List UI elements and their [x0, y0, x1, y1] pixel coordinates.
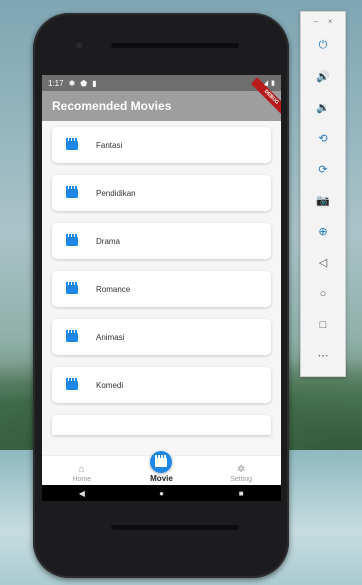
- emulator-window-controls: – ×: [301, 12, 345, 30]
- nav-label-home: Home: [72, 476, 92, 483]
- list-item-label: Drama: [96, 236, 121, 246]
- bottom-navigation: ⌂ Home Movie ✲ Setting: [42, 451, 281, 485]
- overview-icon[interactable]: □: [301, 309, 345, 340]
- shield-icon: ⬟: [80, 78, 88, 88]
- movie-icon: [150, 451, 173, 473]
- app-bar: Recomended Movies DEBUG: [42, 77, 281, 121]
- list-item-pendidikan[interactable]: Pendidikan: [52, 175, 271, 211]
- list-item-label: Komedi: [96, 380, 124, 390]
- page-title: Recomended Movies: [52, 99, 172, 113]
- movie-icon: [66, 137, 78, 150]
- volume-down-icon[interactable]: 🔉: [301, 92, 345, 123]
- battery-icon: ▮: [271, 80, 275, 87]
- gear-icon: ✱: [68, 78, 76, 88]
- minimize-button[interactable]: –: [313, 17, 317, 26]
- nav-label-setting: Setting: [230, 476, 253, 483]
- recents-button[interactable]: ■: [221, 489, 261, 498]
- gear-icon: ✲: [236, 464, 246, 475]
- earpiece-speaker: [111, 43, 239, 48]
- list-item-fantasi[interactable]: Fantasi: [52, 127, 271, 163]
- front-camera: [75, 41, 84, 50]
- power-icon[interactable]: ⏻: [301, 30, 345, 61]
- movie-icon: [66, 185, 78, 198]
- list-item-drama[interactable]: Drama: [52, 223, 271, 259]
- movie-icon: [66, 329, 78, 342]
- system-navigation-bar: ◀ ● ■: [42, 485, 281, 501]
- list-item-label: Pendidikan: [96, 188, 136, 198]
- home-icon[interactable]: ○: [301, 278, 345, 309]
- back-button[interactable]: ◀: [62, 489, 102, 498]
- movie-icon: [66, 233, 78, 246]
- back-icon[interactable]: ◁: [301, 247, 345, 278]
- movie-glyph: [155, 454, 168, 467]
- status-bar: 1:17 ✱ ⬟ ▮ ▾ ◢ ▮: [42, 75, 281, 91]
- list-item-partial[interactable]: [52, 415, 271, 435]
- nav-item-home[interactable]: ⌂ Home: [52, 464, 112, 484]
- rotate-right-icon[interactable]: ⟳: [301, 154, 345, 185]
- category-list: Fantasi Pendidikan Drama Romance Animasi…: [42, 121, 281, 435]
- list-item-romance[interactable]: Romance: [52, 271, 271, 307]
- list-item-animasi[interactable]: Animasi: [52, 319, 271, 355]
- list-item-label: Animasi: [96, 332, 125, 342]
- list-item-komedi[interactable]: Komedi: [52, 367, 271, 403]
- nav-item-setting[interactable]: ✲ Setting: [211, 464, 271, 484]
- volume-up-icon[interactable]: 🔊: [301, 61, 345, 92]
- nav-item-movie[interactable]: Movie: [131, 451, 191, 483]
- home-button[interactable]: ●: [141, 489, 181, 498]
- rotate-left-icon[interactable]: ⟲: [301, 123, 345, 154]
- movie-icon: [66, 281, 78, 294]
- zoom-icon[interactable]: ⊕: [301, 216, 345, 247]
- list-item-label: Fantasi: [96, 140, 123, 150]
- camera-icon[interactable]: 📷: [301, 185, 345, 216]
- bottom-speaker: [111, 525, 239, 530]
- phone-frame: 1:17 ✱ ⬟ ▮ ▾ ◢ ▮ Recomended Movies DEBUG…: [33, 13, 289, 578]
- device-screen: 1:17 ✱ ⬟ ▮ ▾ ◢ ▮ Recomended Movies DEBUG…: [42, 75, 281, 501]
- home-icon: ⌂: [78, 464, 85, 475]
- movie-icon: [66, 377, 78, 390]
- list-item-label: Romance: [96, 284, 131, 294]
- nav-label-movie: Movie: [150, 474, 173, 483]
- sim-icon: ▮: [92, 78, 97, 88]
- more-icon[interactable]: ⋯: [301, 340, 345, 371]
- close-button[interactable]: ×: [328, 17, 333, 26]
- status-time: 1:17: [48, 78, 64, 88]
- emulator-toolbar: – × ⏻ 🔊 🔉 ⟲ ⟳ 📷 ⊕ ◁ ○ □ ⋯: [300, 11, 346, 377]
